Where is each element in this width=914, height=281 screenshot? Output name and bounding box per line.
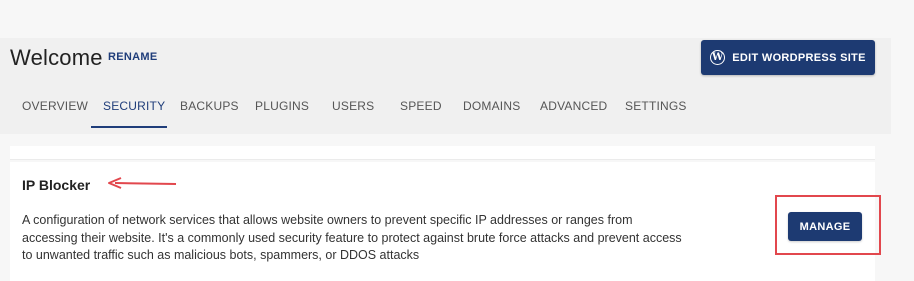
- tab-domains[interactable]: DOMAINS: [463, 99, 520, 113]
- ip-blocker-title: IP Blocker: [22, 177, 91, 193]
- rename-link[interactable]: RENAME: [108, 51, 157, 63]
- edit-wordpress-site-label: EDIT WORDPRESS SITE: [732, 51, 866, 64]
- tab-overview[interactable]: OVERVIEW: [22, 99, 88, 113]
- wordpress-icon: W: [710, 50, 726, 65]
- tab-backups[interactable]: BACKUPS: [180, 99, 239, 113]
- edit-wordpress-site-button[interactable]: W EDIT WORDPRESS SITE: [701, 40, 875, 75]
- top-background: [0, 0, 914, 38]
- manage-button[interactable]: MANAGE: [788, 212, 862, 241]
- tab-plugins[interactable]: PLUGINS: [255, 99, 309, 113]
- active-tab-indicator: [91, 126, 167, 128]
- site-tabs: OVERVIEW SECURITY BACKUPS PLUGINS USERS …: [0, 99, 891, 129]
- ip-blocker-description: A configuration of network services that…: [22, 213, 682, 262]
- tab-security[interactable]: SECURITY: [103, 99, 165, 113]
- site-title: Welcome: [10, 45, 103, 70]
- tab-users[interactable]: USERS: [332, 99, 374, 113]
- annotation-arrow-icon: [108, 177, 177, 189]
- tab-settings[interactable]: SETTINGS: [625, 99, 687, 113]
- tab-advanced[interactable]: ADVANCED: [540, 99, 607, 113]
- tab-speed[interactable]: SPEED: [400, 99, 442, 113]
- previous-card-edge: [10, 146, 875, 160]
